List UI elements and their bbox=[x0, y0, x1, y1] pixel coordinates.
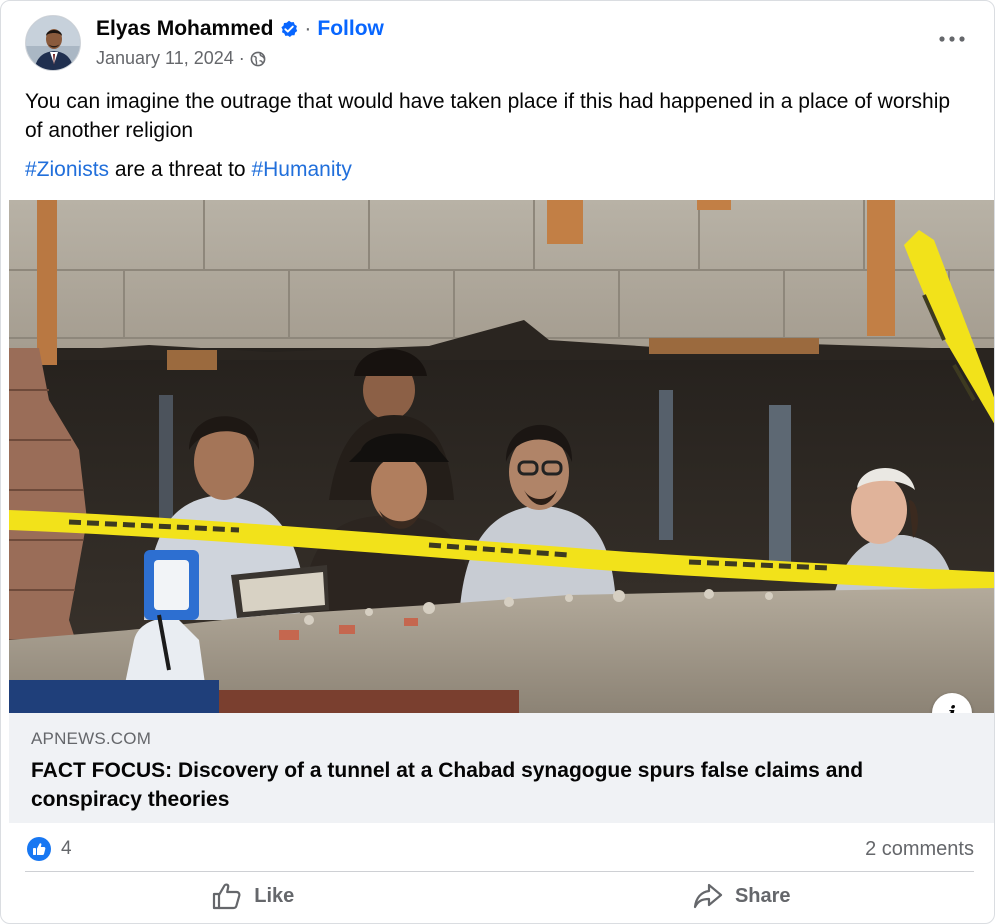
hashtag-zionists[interactable]: #Zionists bbox=[25, 158, 109, 181]
share-label: Share bbox=[734, 884, 791, 907]
post-timestamp[interactable]: January 11, 2024 bbox=[96, 48, 234, 69]
meta-separator: · bbox=[238, 48, 245, 68]
post-header: Elyas Mohammed · Follow January 11, 2024… bbox=[25, 15, 974, 75]
link-preview-image[interactable] bbox=[9, 200, 994, 713]
follow-button[interactable]: Follow bbox=[317, 17, 384, 41]
post-meta: January 11, 2024 · bbox=[96, 48, 266, 69]
like-reaction-icon bbox=[27, 837, 51, 861]
like-label: Like bbox=[254, 884, 295, 907]
author-avatar[interactable] bbox=[25, 15, 81, 71]
verified-badge-icon bbox=[280, 20, 298, 38]
post-text: You can imagine the outrage that would h… bbox=[25, 90, 951, 142]
name-separator: · bbox=[304, 17, 312, 40]
author-line: Elyas Mohammed · Follow bbox=[96, 17, 384, 41]
share-arrow-icon bbox=[693, 883, 723, 909]
like-button[interactable]: Like bbox=[9, 873, 498, 919]
post-actions: Like Share bbox=[9, 873, 986, 919]
link-title: FACT FOCUS: Discovery of a tunnel at a C… bbox=[31, 759, 864, 811]
link-domain: APNEWS.COM bbox=[31, 729, 152, 748]
hashtag-connector-text: are a threat to bbox=[109, 158, 252, 181]
more-options-button[interactable] bbox=[930, 21, 974, 57]
reactions-summary[interactable]: 4 bbox=[27, 837, 72, 861]
author-name[interactable]: Elyas Mohammed bbox=[96, 17, 273, 41]
comments-count[interactable]: 2 comments bbox=[865, 838, 974, 861]
thumbs-up-icon bbox=[213, 883, 241, 910]
share-button[interactable]: Share bbox=[498, 873, 987, 919]
post-card: Elyas Mohammed · Follow January 11, 2024… bbox=[0, 0, 995, 924]
link-preview[interactable]: APNEWS.COM FACT FOCUS: Discovery of a tu… bbox=[9, 713, 994, 823]
hashtag-humanity[interactable]: #Humanity bbox=[251, 158, 351, 181]
reaction-count: 4 bbox=[61, 838, 72, 859]
actions-divider bbox=[25, 871, 974, 872]
more-options-icon bbox=[939, 36, 965, 42]
post-hashtags: #Zionists are a threat to #Humanity bbox=[25, 155, 352, 184]
globe-icon bbox=[250, 51, 266, 67]
